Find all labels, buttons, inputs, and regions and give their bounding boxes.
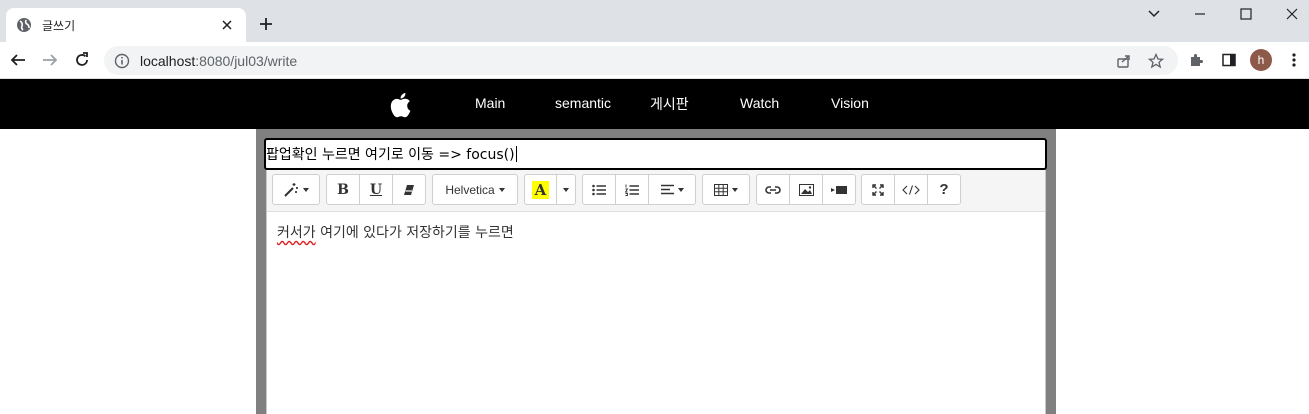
font-family-dropdown[interactable]: Helvetica	[432, 174, 518, 205]
caret-down-icon	[563, 187, 569, 192]
url-path: :8080/jul03/write	[195, 52, 298, 69]
help-button[interactable]: ?	[927, 174, 961, 205]
extensions-puzzle-icon[interactable]	[1186, 50, 1206, 70]
title-input-value: 팝업확인 누르면 여기로 이동 => focus()	[266, 147, 515, 163]
text-caret	[515, 146, 517, 162]
back-arrow-icon[interactable]	[8, 50, 28, 70]
browser-tab[interactable]: 글쓰기	[6, 8, 246, 42]
caret-down-icon	[677, 187, 684, 192]
font-color-icon: A	[531, 180, 550, 199]
align-left-icon	[660, 184, 674, 195]
nav-link-semantic[interactable]: semantic	[555, 95, 611, 111]
expand-arrows-icon	[872, 183, 884, 196]
address-bar[interactable]: localhost:8080/jul03/write	[104, 46, 1178, 75]
code-view-button[interactable]	[894, 174, 928, 205]
browser-tabstrip: 글쓰기	[0, 0, 1309, 42]
editor-content[interactable]: 커서가 여기에 있다가 저장하기를 누르면	[277, 222, 514, 242]
unordered-list-button[interactable]	[582, 174, 616, 205]
fullscreen-button[interactable]	[861, 174, 895, 205]
font-family-label: Helvetica	[445, 182, 495, 197]
underline-button[interactable]: U	[359, 174, 393, 205]
font-color-button[interactable]: A	[524, 174, 557, 205]
site-nav: Main semantic 게시판 Watch Vision	[0, 79, 1309, 129]
caret-down-icon	[303, 187, 309, 192]
table-icon	[714, 183, 728, 196]
title-input[interactable]: 팝업확인 누르면 여기로 이동 => focus()	[264, 138, 1047, 170]
spellcheck-underlined-word: 커서가	[277, 225, 316, 241]
eraser-icon	[404, 184, 414, 195]
kebab-menu-icon[interactable]	[1284, 50, 1304, 70]
tab-title: 글쓰기	[42, 18, 76, 33]
editor-toolbar: B U Helvetica A ?	[267, 170, 1045, 212]
side-panel-icon[interactable]	[1219, 50, 1239, 70]
url-text[interactable]: localhost:8080/jul03/write	[140, 53, 1114, 69]
info-icon[interactable]	[114, 53, 130, 69]
close-tab-icon[interactable]	[218, 16, 236, 34]
table-dropdown-button[interactable]	[702, 174, 750, 205]
paragraph-align-dropdown[interactable]	[648, 174, 696, 205]
bullet-list-icon	[592, 184, 606, 195]
url-host: localhost	[140, 52, 196, 69]
profile-avatar[interactable]: h	[1250, 49, 1272, 71]
caret-down-icon	[732, 187, 738, 192]
nav-link-watch[interactable]: Watch	[740, 95, 779, 111]
minimize-icon[interactable]	[1190, 4, 1210, 24]
editor-content-text: 여기에 있다가 저장하기를 누르면	[315, 225, 514, 241]
insert-link-button[interactable]	[756, 174, 790, 205]
bookmark-star-icon[interactable]	[1146, 51, 1166, 71]
numbered-list-icon	[625, 184, 639, 196]
apple-logo-icon[interactable]	[389, 92, 411, 118]
share-icon[interactable]	[1114, 51, 1134, 71]
style-dropdown-button[interactable]	[272, 174, 320, 205]
image-icon	[798, 183, 814, 196]
insert-video-button[interactable]	[822, 174, 856, 205]
nav-link-main[interactable]: Main	[475, 95, 505, 111]
video-icon	[831, 185, 847, 194]
link-icon	[765, 185, 781, 194]
insert-image-button[interactable]	[789, 174, 823, 205]
new-tab-icon[interactable]	[256, 14, 276, 34]
underline-icon: U	[369, 181, 383, 198]
nav-link-vision[interactable]: Vision	[831, 95, 869, 111]
help-icon: ?	[939, 181, 949, 198]
caret-down-icon	[498, 187, 505, 192]
tab-search-chevron-icon[interactable]	[1144, 4, 1164, 24]
bold-button[interactable]: B	[326, 174, 360, 205]
rich-text-editor: B U Helvetica A ? 커서가 여기에 있다가 저장하기를 누르면	[266, 170, 1046, 414]
bold-icon: B	[337, 181, 349, 198]
forward-arrow-icon[interactable]	[40, 50, 60, 70]
magic-wand-icon	[284, 182, 298, 197]
reload-icon[interactable]	[72, 50, 92, 70]
clear-format-button[interactable]	[392, 174, 426, 205]
close-window-icon[interactable]	[1282, 4, 1302, 24]
font-color-dropdown[interactable]	[556, 174, 576, 205]
code-icon	[902, 184, 920, 195]
maximize-icon[interactable]	[1236, 4, 1256, 24]
globe-icon	[16, 17, 32, 33]
browser-toolbar: localhost:8080/jul03/write h	[0, 42, 1309, 79]
ordered-list-button[interactable]	[615, 174, 649, 205]
nav-link-board[interactable]: 게시판	[650, 94, 689, 114]
